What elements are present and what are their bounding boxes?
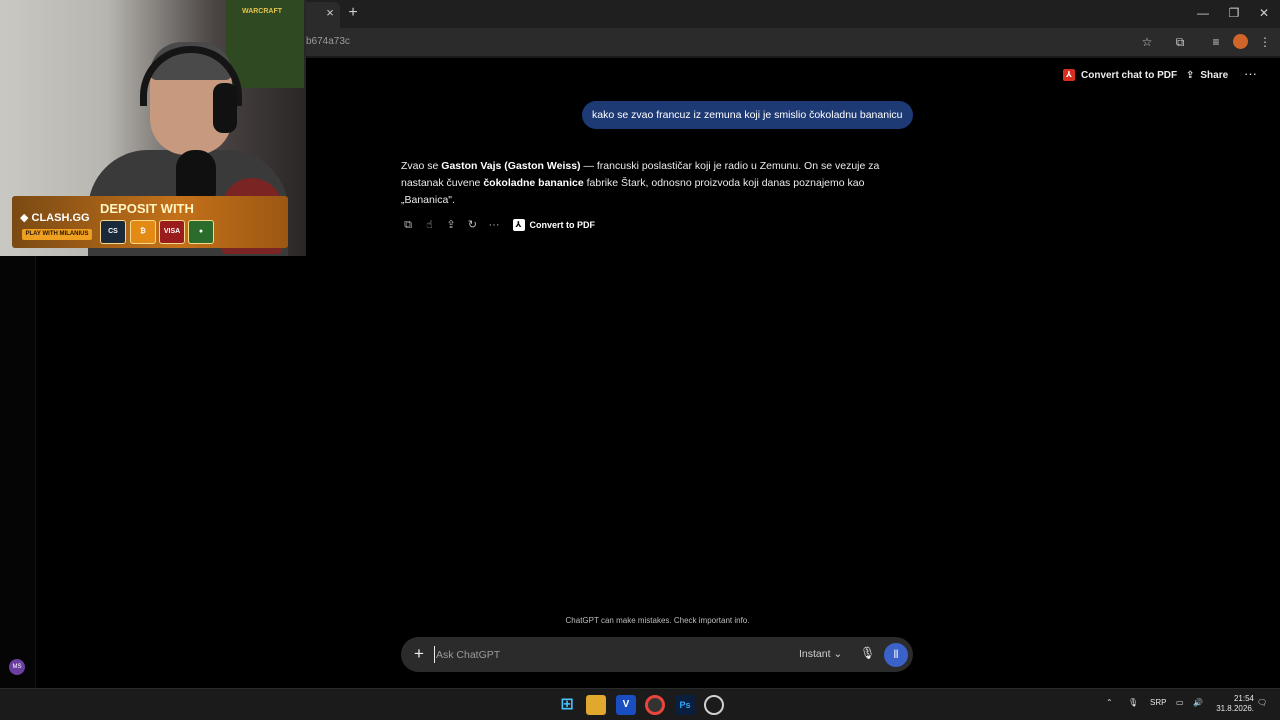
chrome-icon[interactable] [645,695,665,715]
extensions-icon[interactable]: ⧉ [1172,34,1188,50]
regenerate-icon[interactable]: ↻ [466,218,480,232]
convert-chat-pdf-button[interactable]: ⅄ Convert chat to PDF [1063,66,1177,84]
photoshop-icon[interactable]: Ps [675,695,695,715]
clock-date: 31.8.2026. [1216,704,1254,713]
windows-start-icon[interactable]: ⊞ [557,695,577,715]
banner-subtitle: PLAY WITH MILANIUS [22,229,92,240]
headset-earcup [213,83,237,133]
network-icon[interactable]: ▭ [1176,698,1184,707]
convert-to-pdf-button[interactable]: ⅄ Convert to PDF [512,219,596,231]
disclaimer-text: ChatGPT can make mistakes. Check importa… [565,616,750,625]
url-text[interactable]: b674a73c [306,36,350,47]
answer-text: Zvao se [401,160,442,172]
avatar[interactable]: MS [9,659,25,675]
add-attachment-icon[interactable]: + [411,645,427,663]
close-window-button[interactable]: ✕ [1252,4,1276,22]
share-button[interactable]: ⇪ Share [1186,66,1228,84]
banner-title: DEPOSIT WITH [100,201,194,216]
payment-visa-icon: VISA [159,220,185,244]
browser-menu-icon[interactable]: ⋮ [1257,34,1273,50]
clock-time: 21:54 [1233,694,1254,703]
thumbs-icon[interactable]: ☝ [423,218,437,232]
media-controls-icon[interactable]: ≡ [1208,34,1224,50]
message-actions: ⧉ ☝ ⇪ ↻ ··· ⅄ Convert to PDF [401,218,595,232]
share-icon: ⇪ [1186,69,1195,81]
tray-mic-icon[interactable]: 🎙 [1128,698,1138,707]
model-selector[interactable]: Instant ⌄ [799,648,842,660]
bookmark-star-icon[interactable]: ☆ [1139,34,1155,50]
notifications-icon[interactable]: 🗨 [1257,698,1267,707]
more-options-icon[interactable]: ··· [1244,66,1257,81]
user-message: kako se zvao francuz iz zemuna koji je s… [582,101,913,129]
webcam-overlay: WARCRAFT ◆ CLASH.GG PLAY WITH MILANIUS D… [0,0,306,256]
payment-bitcoin-icon: ₿ [130,220,156,244]
minimize-window-button[interactable]: — [1191,4,1215,22]
system-clock[interactable]: 21:54 31.8.2026. [1212,694,1254,714]
new-tab-icon[interactable]: + [344,4,362,22]
payment-cs-icon: CS [100,220,126,244]
restore-window-button[interactable]: ❐ [1222,4,1246,22]
voice-mode-button[interactable]: ⦀ [884,643,908,667]
answer-bold-name: Gaston Vajs (Gaston Weiss) [441,160,581,172]
share-label: Share [1200,69,1229,81]
convert-chat-pdf-label: Convert chat to PDF [1081,69,1178,81]
profile-avatar[interactable] [1233,34,1248,49]
copy-icon[interactable]: ⧉ [401,218,415,232]
poster-text: WARCRAFT [241,8,283,15]
share-icon[interactable]: ⇪ [444,218,458,232]
volume-icon[interactable]: 🔊 [1193,698,1203,707]
pdf-icon: ⅄ [512,219,525,231]
app-icon[interactable] [704,695,724,715]
file-explorer-icon[interactable] [586,695,606,715]
chat-input[interactable] [434,646,764,663]
answer-bold-product: čokoladne bananice [483,177,584,189]
vegas-app-icon[interactable]: V [616,695,636,715]
close-tab-icon[interactable]: × [322,5,338,21]
pdf-icon: ⅄ [1063,69,1075,81]
payment-other-icon: ● [188,220,214,244]
language-indicator[interactable]: SRP [1150,698,1166,707]
banner-logo: ◆ CLASH.GG [20,212,90,224]
composer: + Instant ⌄ 🎙 ⦀ [401,637,913,672]
microphone-icon[interactable]: 🎙 [860,646,875,662]
tray-expand-icon[interactable]: ⌃ [1106,698,1113,707]
assistant-message: Zvao se Gaston Vajs (Gaston Weiss) — fra… [401,158,881,209]
windows-taskbar: ⊞ V Ps ⌃ 🎙 SRP ▭ 🔊 🗨 [0,688,1280,720]
convert-to-pdf-label: Convert to PDF [529,220,596,230]
more-icon[interactable]: ··· [487,218,501,232]
